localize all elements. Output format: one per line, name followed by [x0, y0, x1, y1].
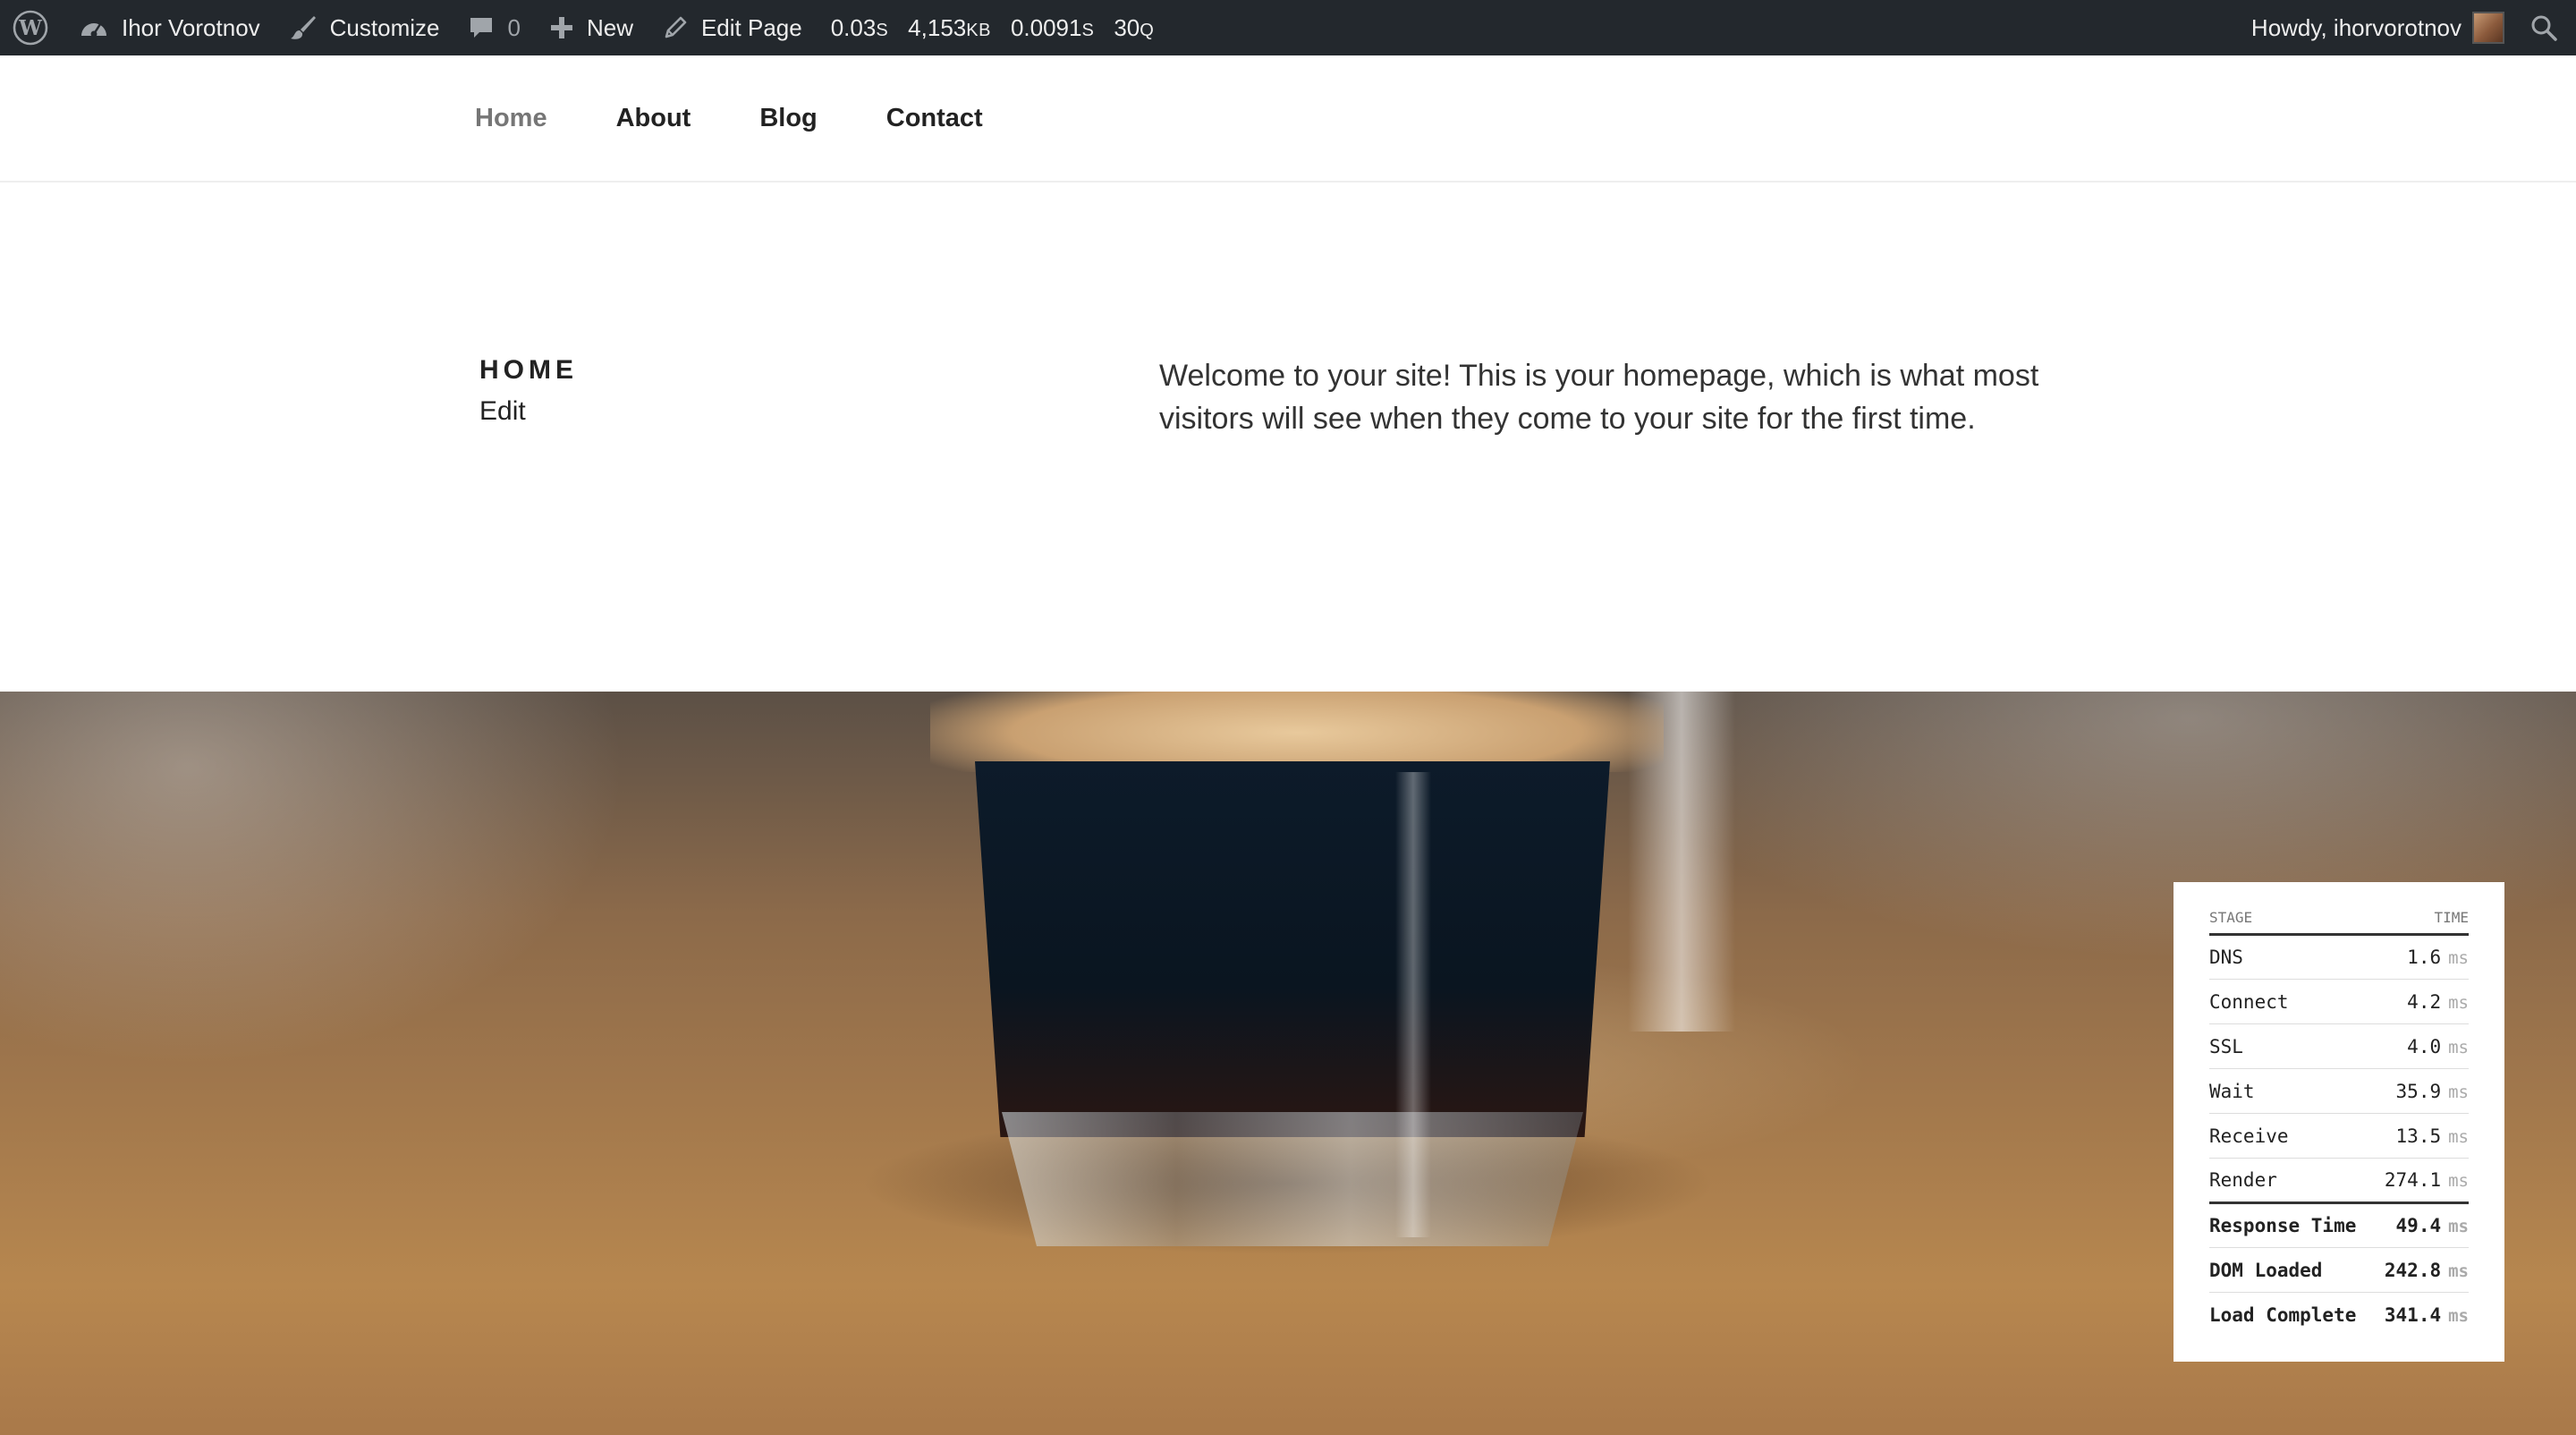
customize-link[interactable]: Customize: [275, 0, 454, 55]
svg-text:W: W: [18, 16, 43, 40]
comments-count: 0: [507, 13, 521, 41]
nav-item-about[interactable]: About: [616, 104, 691, 133]
edit-link[interactable]: Edit: [479, 396, 578, 427]
entry-content: Welcome to your site! This is your homep…: [1159, 359, 2039, 436]
query-time: 0.0091S: [1010, 13, 1095, 41]
table-row: DNS 1.6 ms: [2209, 934, 2469, 980]
paintbrush-icon: [289, 13, 318, 42]
table-row: Connect 4.2 ms: [2209, 979, 2469, 1024]
entry-header: HOME Edit: [479, 355, 578, 427]
site-name-link[interactable]: Ihor Vorotnov: [64, 0, 275, 55]
page-generation-time: 0.03S: [830, 13, 889, 41]
site-name-label: Ihor Vorotnov: [122, 13, 260, 41]
peak-memory: 4,153KB: [908, 13, 991, 41]
wordpress-menu[interactable]: W: [0, 0, 64, 55]
pencil-icon: [662, 14, 689, 41]
wordpress-logo-icon: W: [13, 10, 48, 46]
admin-bar-secondary: Howdy, ihorvorotnov: [2237, 0, 2576, 55]
timing-table: STAGE TIME DNS 1.6 ms Connect 4.2 ms SSL 4.0 m…: [2209, 909, 2469, 1337]
plus-icon: [549, 15, 574, 40]
total-row: Response Time 49.4 ms: [2209, 1202, 2469, 1248]
customize-label: Customize: [329, 13, 440, 41]
query-monitor-stats[interactable]: 0.03S 4,153KB 0.0091S 30Q: [817, 0, 1174, 55]
total-row: Load Complete 341.4 ms: [2209, 1303, 2469, 1326]
time-column-header: TIME: [2374, 909, 2469, 936]
admin-bar: W Ihor Vorotnov Customize 0 New Edit Pag…: [0, 0, 2576, 55]
my-account-link[interactable]: Howdy, ihorvorotnov: [2237, 0, 2508, 55]
howdy-label: Howdy, ihorvorotnov: [2250, 13, 2462, 41]
new-content-link[interactable]: New: [535, 0, 648, 55]
table-row: SSL 4.0 ms: [2209, 1023, 2469, 1069]
nav-item-contact[interactable]: Contact: [886, 104, 983, 133]
primary-menu: Home About Blog Contact: [475, 55, 1052, 181]
comments-link[interactable]: 0: [453, 0, 534, 55]
stage-column-header: STAGE: [2209, 909, 2375, 936]
site-header: Home About Blog Contact: [0, 55, 2576, 183]
dashboard-icon: [79, 14, 109, 41]
nav-item-home[interactable]: Home: [475, 104, 547, 133]
total-row: DOM Loaded 242.8 ms: [2209, 1247, 2469, 1293]
search-button[interactable]: [2508, 0, 2576, 55]
table-row: Receive 13.5 ms: [2209, 1113, 2469, 1159]
nav-item-blog[interactable]: Blog: [759, 104, 817, 133]
comment-icon: [468, 14, 495, 41]
search-icon: [2529, 13, 2558, 42]
new-label: New: [586, 13, 633, 41]
edit-page-link[interactable]: Edit Page: [648, 0, 817, 55]
table-row: Wait 35.9 ms: [2209, 1068, 2469, 1114]
page-title: HOME: [479, 355, 578, 385]
query-count: 30Q: [1114, 13, 1155, 41]
edit-page-label: Edit Page: [700, 13, 802, 41]
avatar: [2472, 12, 2504, 44]
timing-panel: STAGE TIME DNS 1.6 ms Connect 4.2 ms SSL 4.0 m…: [2174, 882, 2504, 1362]
table-row: Render 274.1 ms: [2209, 1158, 2469, 1204]
